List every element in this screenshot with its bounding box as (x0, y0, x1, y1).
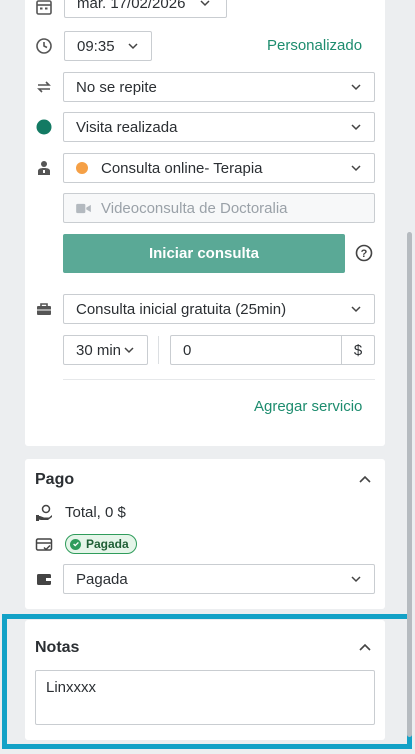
wallet-icon (34, 569, 54, 589)
chevron-down-icon (350, 121, 362, 133)
duration-value: 30 min (76, 341, 122, 359)
location-value: Consulta online- Terapia (101, 159, 263, 177)
chevron-down-icon (127, 40, 139, 52)
custom-time-link[interactable]: Personalizado (267, 37, 362, 54)
payment-total: Total, 0 $ (65, 504, 126, 521)
service-value: Consulta inicial gratuita (25min) (76, 300, 287, 318)
time-value: 09:35 (77, 37, 115, 55)
notes-title: Notas (35, 639, 80, 656)
help-icon[interactable]: ? (355, 243, 374, 262)
payment-method-select[interactable]: Pagada (63, 564, 375, 594)
hand-money-icon (34, 503, 54, 523)
repeat-value: No se repite (76, 78, 157, 96)
doctor-icon (34, 158, 54, 178)
location-select[interactable]: Consulta online- Terapia (63, 153, 375, 183)
repeat-icon (34, 77, 54, 97)
status-dot-icon (34, 117, 54, 137)
price-value: 0 (183, 341, 192, 359)
briefcase-icon (34, 299, 54, 319)
status-badge: Pagada (65, 534, 137, 554)
chevron-down-icon (123, 344, 135, 356)
chevron-down-icon (199, 0, 211, 9)
date-value: mar. 17/02/2026 (77, 0, 186, 12)
price-input[interactable]: 0 $ (170, 335, 375, 365)
help-icon-glyph: ? (361, 248, 368, 260)
currency-label: $ (341, 336, 374, 364)
chevron-down-icon (350, 303, 362, 315)
start-consult-button[interactable]: Iniciar consulta (63, 234, 345, 273)
chevron-up-icon[interactable] (357, 639, 373, 655)
date-picker[interactable]: mar. 17/02/2026 (64, 0, 227, 18)
duration-select[interactable]: 30 min (63, 335, 148, 365)
check-icon (70, 538, 81, 550)
divider (63, 379, 375, 380)
chevron-down-icon (350, 162, 362, 174)
time-picker[interactable]: 09:35 (64, 31, 152, 61)
notes-textarea[interactable]: Linxxxx (35, 670, 375, 725)
chevron-down-icon (350, 573, 362, 585)
repeat-select[interactable]: No se repite (63, 72, 375, 102)
clock-icon (34, 36, 54, 56)
chevron-up-icon[interactable] (357, 471, 373, 487)
status-select[interactable]: Visita realizada (63, 112, 375, 142)
status-value: Visita realizada (76, 118, 178, 136)
payment-method-value: Pagada (76, 570, 128, 588)
add-service-link[interactable]: Agregar servicio (254, 398, 362, 415)
service-select[interactable]: Consulta inicial gratuita (25min) (63, 294, 375, 324)
chevron-down-icon (350, 81, 362, 93)
location-dot-icon (76, 162, 88, 174)
divider (158, 336, 159, 364)
calendar-icon (34, 0, 54, 17)
video-camera-icon (76, 203, 91, 214)
status-badge-label: Pagada (86, 537, 129, 551)
video-consult-placeholder: Videoconsulta de Doctoralia (101, 199, 288, 217)
scrollbar[interactable] (407, 232, 412, 737)
video-consult-field: Videoconsulta de Doctoralia (63, 193, 375, 223)
payment-title: Pago (35, 471, 75, 488)
credit-card-check-icon (34, 535, 54, 555)
